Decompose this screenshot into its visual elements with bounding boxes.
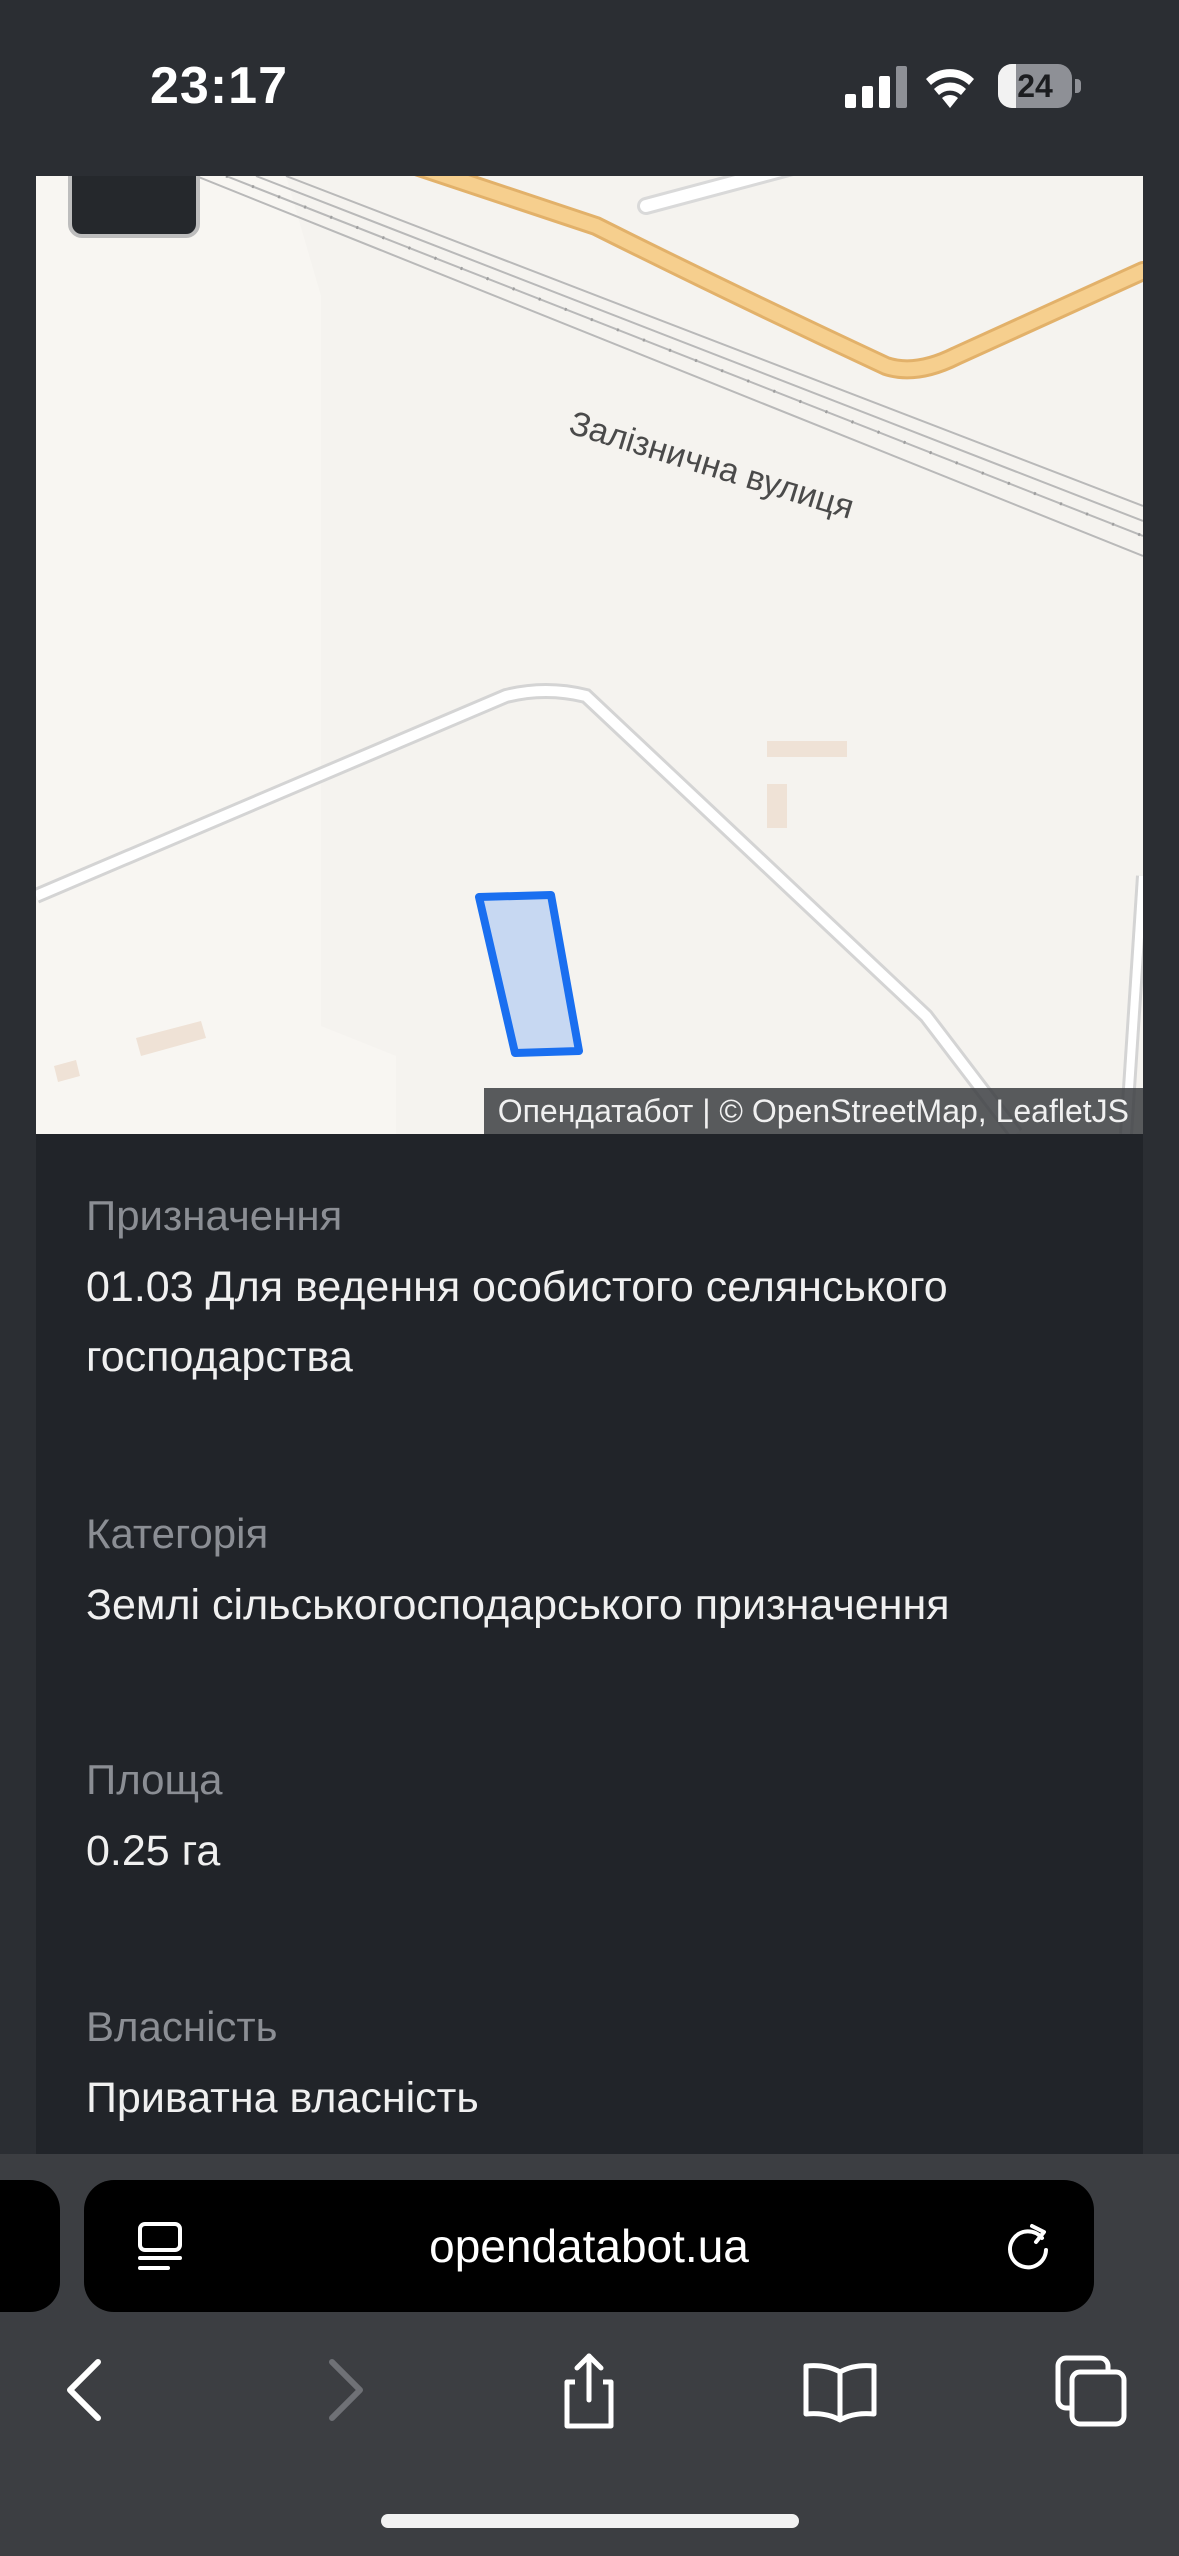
purpose-label: Призначення	[86, 1192, 343, 1239]
battery-tip	[1075, 79, 1081, 93]
battery-level: 24	[1017, 68, 1053, 104]
ownership-value: Приватна власність	[86, 2074, 479, 2122]
land-parcel	[475, 891, 583, 1057]
tabs-icon[interactable]	[1050, 2348, 1134, 2432]
cellular-signal-icon	[845, 66, 907, 108]
category-field: Категорія Землі сільськогосподарського п…	[86, 1506, 1106, 1640]
category-value: Землі сільськогосподарського призначення	[86, 1581, 950, 1629]
map-control-button[interactable]	[68, 176, 200, 238]
reload-icon[interactable]	[1002, 2220, 1054, 2272]
back-arrow-icon[interactable]	[46, 2348, 130, 2432]
ownership-field: Власність Приватна власність	[86, 1999, 1106, 2133]
address-bar[interactable]: opendatabot.ua	[84, 2180, 1094, 2312]
battery-icon: 24	[998, 64, 1072, 108]
forward-arrow-icon[interactable]	[300, 2348, 384, 2432]
ownership-label: Власність	[86, 2003, 278, 2050]
area-field: Площа 0.25 га	[86, 1752, 1106, 1886]
map-land-area	[36, 176, 396, 1134]
browser-toolbar: opendatabot.ua	[0, 2154, 1179, 2556]
area-label: Площа	[86, 1756, 223, 1803]
purpose-field: Призначення 01.03 Для ведення особистого…	[86, 1188, 1106, 1392]
wifi-icon	[926, 69, 974, 108]
railway	[195, 176, 1143, 557]
bookmarks-icon[interactable]	[798, 2348, 882, 2432]
url-text[interactable]: opendatabot.ua	[84, 2180, 1094, 2312]
map-tiles[interactable]	[36, 176, 1143, 1134]
purpose-value: 01.03 Для ведення особистого селянського…	[86, 1263, 948, 1381]
category-label: Категорія	[86, 1510, 269, 1557]
map-attribution[interactable]: Опендатабот | © OpenStreetMap, LeafletJS	[483, 1088, 1143, 1134]
status-time: 23:17	[150, 57, 288, 115]
parcel-details: Призначення 01.03 Для ведення особистого…	[36, 1134, 1143, 2154]
parcel-map[interactable]: Залізнична вулиця Опендатабот | © OpenSt…	[36, 176, 1143, 1134]
area-value: 0.25 га	[86, 1827, 221, 1875]
home-indicator[interactable]	[381, 2514, 799, 2528]
status-bar: 23:17 24	[0, 0, 1179, 176]
battery-indicator: 24	[998, 64, 1082, 108]
share-icon[interactable]	[547, 2348, 631, 2432]
previous-tab-preview[interactable]	[0, 2180, 60, 2312]
